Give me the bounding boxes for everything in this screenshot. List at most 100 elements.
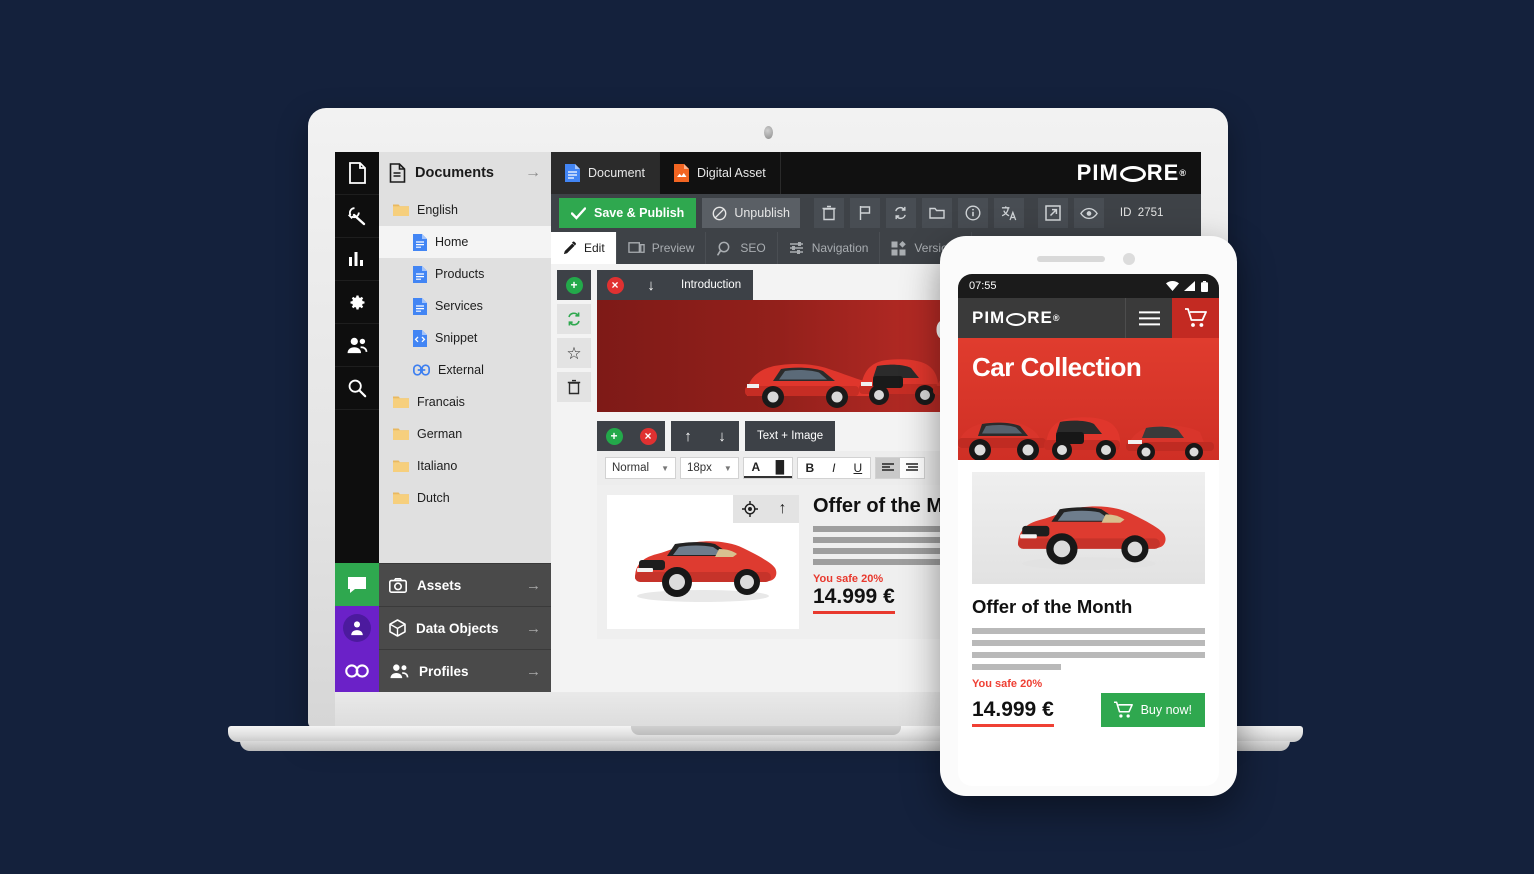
remove-text-image-block-button[interactable]: × [631,421,665,451]
collapse-arrow-icon[interactable]: → [525,164,541,182]
unpublish-button[interactable]: Unpublish [702,198,800,228]
crop-target-icon[interactable] [733,495,766,523]
phone-nav-bar: PIM RE ® [958,298,1219,338]
upload-image-button[interactable]: ↑ [766,495,799,523]
info-icon[interactable] [957,198,988,228]
tab-digital-asset[interactable]: Digital Asset [660,152,781,194]
cart-icon[interactable] [1172,298,1219,338]
convertible-car-image [635,541,777,602]
plus-circle-icon: + [605,427,623,445]
tab-edit[interactable]: Edit [551,232,617,264]
save-and-publish-button[interactable]: Save & Publish [559,198,697,228]
tree-node-external[interactable]: External [379,354,551,386]
tree-node-italiano[interactable]: Italiano [379,450,551,482]
phone-status-icons [1166,280,1208,292]
delete-block-button[interactable] [557,372,591,402]
tab-navigation[interactable]: Navigation [778,232,881,264]
image-overlay-tools: ↑ [733,495,799,523]
tree-section-data-objects[interactable]: Data Objects → [379,606,551,649]
tree-title: Documents [415,165,494,181]
tree-node-german[interactable]: German [379,418,551,450]
phone-offer-heading: Offer of the Month [972,596,1133,617]
reload-icon [568,312,580,326]
reload-block-button[interactable] [557,304,591,334]
rail-item-search[interactable] [335,367,379,410]
tree-node-label: Francais [417,395,465,409]
rail-item-settings[interactable] [335,281,379,324]
rail-item-users[interactable] [335,324,379,367]
bold-button[interactable]: B [798,458,822,478]
link-icon [413,364,430,376]
text-image-block-label[interactable]: Text + Image [745,421,836,451]
move-intro-down-button[interactable]: ↓ [633,270,669,300]
font-size-select[interactable]: 18px ▼ [679,457,739,479]
tree-section-profiles[interactable]: Profiles → [379,649,551,692]
wifi-icon [1166,281,1179,291]
devices-icon [627,241,645,255]
highlight-color-icon[interactable]: █ [767,458,792,478]
intro-block-label[interactable]: Introduction [669,270,754,300]
underline-button[interactable]: U [846,458,870,478]
italic-button[interactable]: I [822,458,846,478]
text-placeholder-bar [972,628,1205,634]
tab-seo-label: SEO [740,241,766,255]
trash-icon[interactable] [813,198,844,228]
folder-icon[interactable] [921,198,952,228]
favorite-block-button[interactable]: ☆ [557,338,591,368]
buy-now-button[interactable]: Buy now! [1100,693,1205,727]
rail-item-profile[interactable] [335,606,379,649]
folder-icon [393,459,409,473]
pimcore-logo: PIM RE ® [972,308,1061,327]
add-block-button[interactable]: + [557,270,591,300]
tree-node-label: Home [435,235,469,249]
tab-seo[interactable]: SEO [706,232,778,264]
rail-item-notifications[interactable] [335,563,379,606]
add-text-image-block-button[interactable]: + [597,421,631,451]
tree-node-dutch[interactable]: Dutch [379,482,551,514]
block-side-tools: + ☆ [557,270,591,402]
tab-preview[interactable]: Preview [617,232,707,264]
tree-node-services[interactable]: Services [379,290,551,322]
remove-intro-block-button[interactable]: × [597,270,633,300]
buy-now-label: Buy now! [1140,703,1192,717]
cart-icon [1113,701,1133,719]
search-icon [347,378,367,398]
wrench-icon [347,206,368,227]
tab-document[interactable]: Document [551,152,660,194]
translate-icon[interactable] [993,198,1024,228]
phone-offer-footer: 14.999 € Buy now! [972,693,1205,727]
open-external-icon[interactable] [1037,198,1068,228]
tree-node-products[interactable]: Products [379,258,551,290]
trash-icon [567,379,581,395]
plus-circle-icon: + [565,276,583,294]
text-placeholder-bar [972,664,1061,670]
rail-item-reports[interactable] [335,238,379,281]
refresh-icon[interactable] [885,198,916,228]
flag-icon[interactable] [849,198,880,228]
tree-node-english[interactable]: English [379,194,551,226]
font-color-icon[interactable]: A [743,458,768,478]
rail-item-tools[interactable] [335,195,379,238]
phone-speaker [1036,256,1105,262]
unpublish-label: Unpublish [734,206,790,220]
product-image-cell[interactable]: ↑ [607,495,799,629]
tab-document-label: Document [588,166,645,180]
tree-section-assets[interactable]: Assets → [379,563,551,606]
align-center-icon[interactable] [900,458,924,478]
eye-icon[interactable] [1073,198,1104,228]
tree-node-snippet[interactable]: Snippet [379,322,551,354]
tree-node-label: English [417,203,458,217]
rail-item-documents[interactable] [335,152,379,195]
tree-node-label: Products [435,267,485,281]
tree-node-home[interactable]: Home [379,226,551,258]
format-select[interactable]: Normal ▼ [605,457,676,479]
align-left-icon[interactable] [875,458,900,478]
move-text-image-up-button[interactable]: ↑ [671,421,705,451]
hamburger-icon[interactable] [1125,298,1172,338]
tree-node-francais[interactable]: Francais [379,386,551,418]
tree-node-label: External [438,363,484,377]
rail-item-loop[interactable] [335,649,379,692]
move-text-image-down-button[interactable]: ↓ [705,421,739,451]
rail-spacer [335,410,379,563]
style-group: B I U [796,457,871,479]
